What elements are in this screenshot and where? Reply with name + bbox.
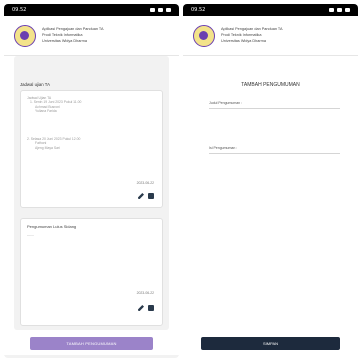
signal-icon: [150, 8, 155, 12]
wifi-icon: [337, 8, 342, 12]
title-input[interactable]: [209, 108, 340, 109]
section-title: Jadwal ujian TA: [20, 82, 50, 87]
form-title: TAMBAH PENGUMUMAN: [241, 82, 300, 88]
card-date: 2023-06-22: [136, 291, 154, 295]
status-time: 09.52: [191, 7, 206, 13]
title-field-label: Judul Pengumuman :: [209, 101, 243, 105]
header-line-1: Aplikasi Pengajuan dan Panduan TA: [42, 27, 104, 31]
header-text: Aplikasi Pengajuan dan Panduan TA Prodi …: [221, 27, 283, 44]
card-actions: [138, 193, 154, 199]
status-bar: 09.52: [4, 4, 179, 16]
battery-icon: [345, 8, 350, 12]
university-logo-icon: [193, 24, 215, 47]
add-announcement-button[interactable]: TAMBAH PENGUMUMAN: [30, 337, 153, 350]
header-line-2: Prodi Teknik Informatika: [221, 33, 262, 37]
card-actions: [138, 305, 154, 311]
announcement-card[interactable]: Jadwal Ujian TA 1. Senin 19 Juni 2023 Pu…: [20, 90, 163, 208]
status-time: 09.52: [12, 7, 27, 13]
app-header: Aplikasi Pengajuan dan Panduan TA Prodi …: [183, 16, 358, 56]
wifi-icon: [158, 8, 163, 12]
edit-icon[interactable]: [138, 193, 144, 199]
edit-icon[interactable]: [138, 305, 144, 311]
content-field-label: Isi Pengumuman :: [209, 146, 238, 150]
university-logo-icon: [14, 24, 36, 47]
status-icons: [329, 8, 350, 12]
announcement-card[interactable]: Pengumuman Lulus Sidang ------ 2023-06-2…: [20, 218, 163, 326]
status-icons: [150, 8, 171, 12]
header-line-2: Prodi Teknik Informatika: [42, 33, 83, 37]
card-subtitle: ------: [27, 233, 34, 237]
battery-icon: [166, 8, 171, 12]
card-title: Pengumuman Lulus Sidang: [27, 224, 77, 229]
save-button[interactable]: SIMPAN: [201, 337, 340, 350]
status-bar: 09.52: [183, 4, 358, 16]
nav-bar: [4, 355, 179, 358]
app-header: Aplikasi Pengajuan dan Panduan TA Prodi …: [4, 16, 179, 56]
header-line-3: Universitas Widya Dharma: [42, 39, 87, 43]
header-text: Aplikasi Pengajuan dan Panduan TA Prodi …: [42, 27, 104, 44]
card-line: Ajeng Maya Sari: [35, 145, 60, 150]
header-line-3: Universitas Widya Dharma: [221, 39, 266, 43]
screen-add-announcement: 09.52 Aplikasi Pengajuan dan Panduan TA …: [183, 4, 358, 358]
add-announcement-form: TAMBAH PENGUMUMAN Judul Pengumuman : Isi…: [191, 56, 350, 358]
screen-announcement-list: 09.52 Aplikasi Pengajuan dan Panduan TA …: [4, 4, 179, 358]
card-date: 2023-06-22: [136, 181, 154, 185]
signal-icon: [329, 8, 334, 12]
header-line-1: Aplikasi Pengajuan dan Panduan TA: [221, 27, 283, 31]
content-input[interactable]: [209, 153, 340, 154]
delete-icon[interactable]: [148, 193, 154, 199]
delete-icon[interactable]: [148, 305, 154, 311]
announcement-list: Jadwal ujian TA Jadwal Ujian TA 1. Senin…: [14, 56, 169, 330]
